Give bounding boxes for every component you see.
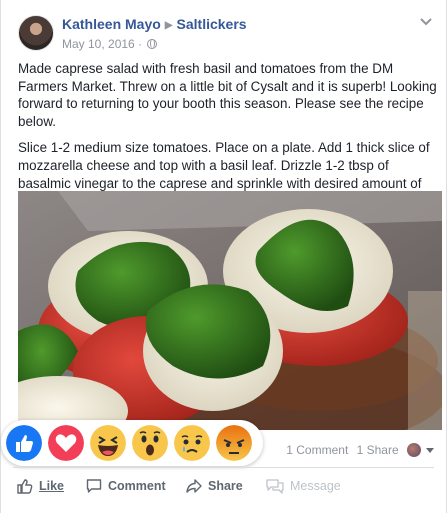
share-count-link[interactable]: 1 Share [357, 443, 399, 457]
sad-icon[interactable] [174, 425, 210, 461]
page-name-link[interactable]: Saltlickers [177, 16, 247, 32]
meta-separator: · [138, 37, 143, 51]
share-arrow-icon [186, 479, 202, 493]
share-button[interactable]: Share [186, 474, 243, 498]
post-card: Kathleen Mayo ▶ Saltlickers May 10, 2016 ·… [0, 0, 447, 513]
like-icon[interactable] [6, 425, 42, 461]
caprese-photo-illustration [18, 191, 442, 430]
love-icon[interactable] [48, 425, 84, 461]
angry-icon[interactable] [216, 425, 252, 461]
author-avatar[interactable] [18, 15, 54, 51]
message-icon [266, 479, 284, 494]
post-body: Made caprese salad with fresh basil and … [18, 60, 443, 210]
thumbs-up-icon [17, 479, 33, 494]
right-arrow-icon: ▶ [164, 20, 173, 31]
message-button[interactable]: Message [266, 474, 341, 498]
comment-icon [86, 479, 102, 493]
author-name-link[interactable]: Kathleen Mayo [62, 16, 161, 32]
viewer-avatar-icon[interactable] [407, 443, 421, 457]
caret-down-icon[interactable] [426, 448, 434, 453]
wow-icon[interactable] [132, 425, 168, 461]
like-label: Like [39, 479, 65, 493]
share-label: Share [208, 479, 243, 493]
post-header: Kathleen Mayo ▶ Saltlickers [62, 16, 247, 32]
comment-count-link[interactable]: 1 Comment [286, 443, 348, 457]
reactions-picker [1, 420, 263, 466]
post-date[interactable]: May 10, 2016 [62, 37, 135, 51]
message-label: Message [290, 479, 341, 493]
comment-button[interactable]: Comment [86, 474, 166, 498]
post-meta: May 10, 2016 · [62, 37, 158, 51]
chevron-down-icon[interactable] [420, 18, 432, 26]
post-paragraph: Made caprese salad with fresh basil and … [18, 61, 437, 129]
haha-icon[interactable] [90, 425, 126, 461]
actions-divider [13, 467, 434, 468]
post-photo[interactable] [18, 191, 442, 430]
comment-label: Comment [108, 479, 166, 493]
like-button[interactable]: Like [17, 474, 64, 498]
post-stats: 1 Comment 1 Share [281, 443, 434, 457]
post-actions: Like Comment Share Message [1, 474, 447, 498]
globe-icon[interactable] [147, 39, 158, 49]
